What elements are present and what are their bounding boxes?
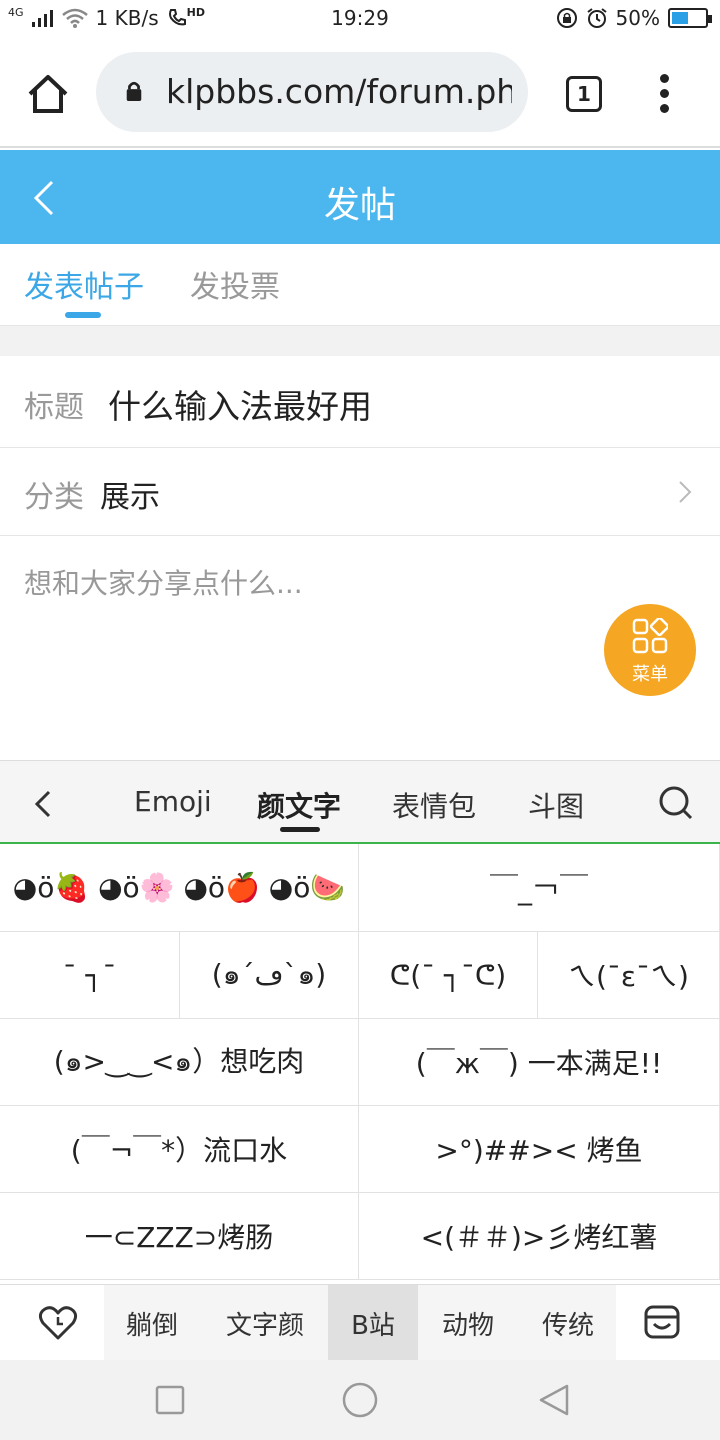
- title-field-row[interactable]: 标题 什么输入法最好用: [0, 356, 720, 448]
- content-placeholder: 想和大家分享点什么...: [24, 567, 303, 600]
- emoticon-cell[interactable]: (￣¬￣*）流口水: [0, 1106, 359, 1193]
- category-traditional[interactable]: 传统: [522, 1285, 614, 1361]
- home-circle-icon[interactable]: [341, 1381, 379, 1419]
- category-text-face[interactable]: 文字颜: [212, 1285, 318, 1361]
- emoticon-cell[interactable]: 一⊂ZZZ⊃烤肠: [0, 1193, 359, 1280]
- menu-button[interactable]: 菜单: [604, 604, 696, 696]
- battery-icon: [668, 8, 712, 28]
- emoticon-cell[interactable]: (๑>‿‿<๑）想吃肉: [0, 1019, 359, 1106]
- emoticon-cell[interactable]: ¯ ┐¯: [0, 932, 180, 1019]
- alarm-icon: [586, 8, 607, 28]
- chevron-right-icon: [679, 481, 692, 503]
- status-right: 50%: [556, 6, 712, 30]
- keyboard-tab-indicator: [280, 827, 320, 832]
- back-triangle-icon[interactable]: [538, 1383, 570, 1417]
- lock-icon: [126, 81, 142, 101]
- emoticon-cell[interactable]: ㄟ(¯ε¯ㄟ): [538, 932, 720, 1019]
- grid-menu-icon: [632, 618, 668, 654]
- divider-band: [0, 326, 720, 356]
- title-input[interactable]: 什么输入法最好用: [108, 380, 372, 428]
- heart-clock-icon: [38, 1306, 78, 1340]
- tab-post[interactable]: 发表帖子: [24, 262, 144, 306]
- kaomoji-category-bar: 躺倒 文字颜 B站 动物 传统: [0, 1284, 720, 1361]
- emoticon-grid: ◕ö🍓 ◕ö🌸 ◕ö🍎 ◕ö🍉 ￣_￢￣ ¯ ┐¯ (๑´ڡ`๑) ᕦ(¯ ┐¯…: [0, 844, 720, 1282]
- system-navigation-bar: [0, 1360, 720, 1440]
- search-icon[interactable]: [658, 785, 694, 821]
- status-bar: 4G 1 KB/s HD 19:29 50%: [0, 0, 720, 38]
- active-tab-indicator: [65, 312, 101, 318]
- overflow-menu-icon[interactable]: [654, 74, 674, 114]
- emoticon-cell[interactable]: (￣ж￣) 一本满足!!: [359, 1019, 720, 1106]
- tab-poll[interactable]: 发投票: [190, 262, 280, 306]
- page-title: 发帖: [323, 185, 396, 226]
- emoticon-cell[interactable]: >°)##>< 烤鱼: [359, 1106, 720, 1193]
- category-bilibili[interactable]: B站: [328, 1285, 418, 1361]
- category-row[interactable]: 分类 展示: [0, 448, 720, 536]
- emoticon-cell[interactable]: ￣_￢￣: [359, 844, 720, 932]
- emoticon-cell[interactable]: <(＃＃)>彡烤红薯: [359, 1193, 720, 1280]
- page-header: 发帖: [0, 150, 720, 244]
- keyboard-back-icon[interactable]: [34, 789, 52, 819]
- home-icon[interactable]: [26, 72, 70, 116]
- tab-emoji[interactable]: Emoji: [134, 785, 212, 818]
- category-animals[interactable]: 动物: [424, 1285, 512, 1361]
- url-text: klpbbs.com/forum.ph: [166, 72, 512, 111]
- rotation-lock-icon: [556, 8, 577, 28]
- recents-square-icon[interactable]: [155, 1385, 185, 1415]
- address-bar[interactable]: klpbbs.com/forum.ph: [96, 52, 528, 132]
- category-label: 分类: [24, 480, 84, 515]
- category-lying[interactable]: 躺倒: [106, 1285, 198, 1361]
- emoticon-cell[interactable]: (๑´ڡ`๑): [180, 932, 359, 1019]
- tab-kaomoji[interactable]: 颜文字: [257, 785, 341, 825]
- tab-meme[interactable]: 斗图: [528, 785, 584, 825]
- tab-switcher-button[interactable]: 1: [566, 76, 602, 112]
- battery-percent: 50%: [615, 6, 660, 30]
- recent-button[interactable]: [0, 1285, 104, 1361]
- post-type-tabs: 发表帖子 发投票: [0, 244, 720, 326]
- emoticon-cell[interactable]: ◕ö🍓 ◕ö🌸 ◕ö🍎 ◕ö🍉: [0, 844, 359, 932]
- menu-button-label: 菜单: [632, 664, 668, 685]
- title-label: 标题: [24, 390, 84, 425]
- smile-box-icon: [644, 1305, 680, 1339]
- browser-toolbar: klpbbs.com/forum.ph 1: [0, 38, 720, 148]
- tab-stickers[interactable]: 表情包: [392, 785, 476, 825]
- category-value: 展示: [100, 480, 160, 515]
- emoticon-cell[interactable]: ᕦ(¯ ┐¯ᕦ): [359, 932, 538, 1019]
- keyboard-tab-bar: Emoji 颜文字 表情包 斗图: [0, 760, 720, 844]
- kaomoji-store-button[interactable]: [616, 1285, 720, 1361]
